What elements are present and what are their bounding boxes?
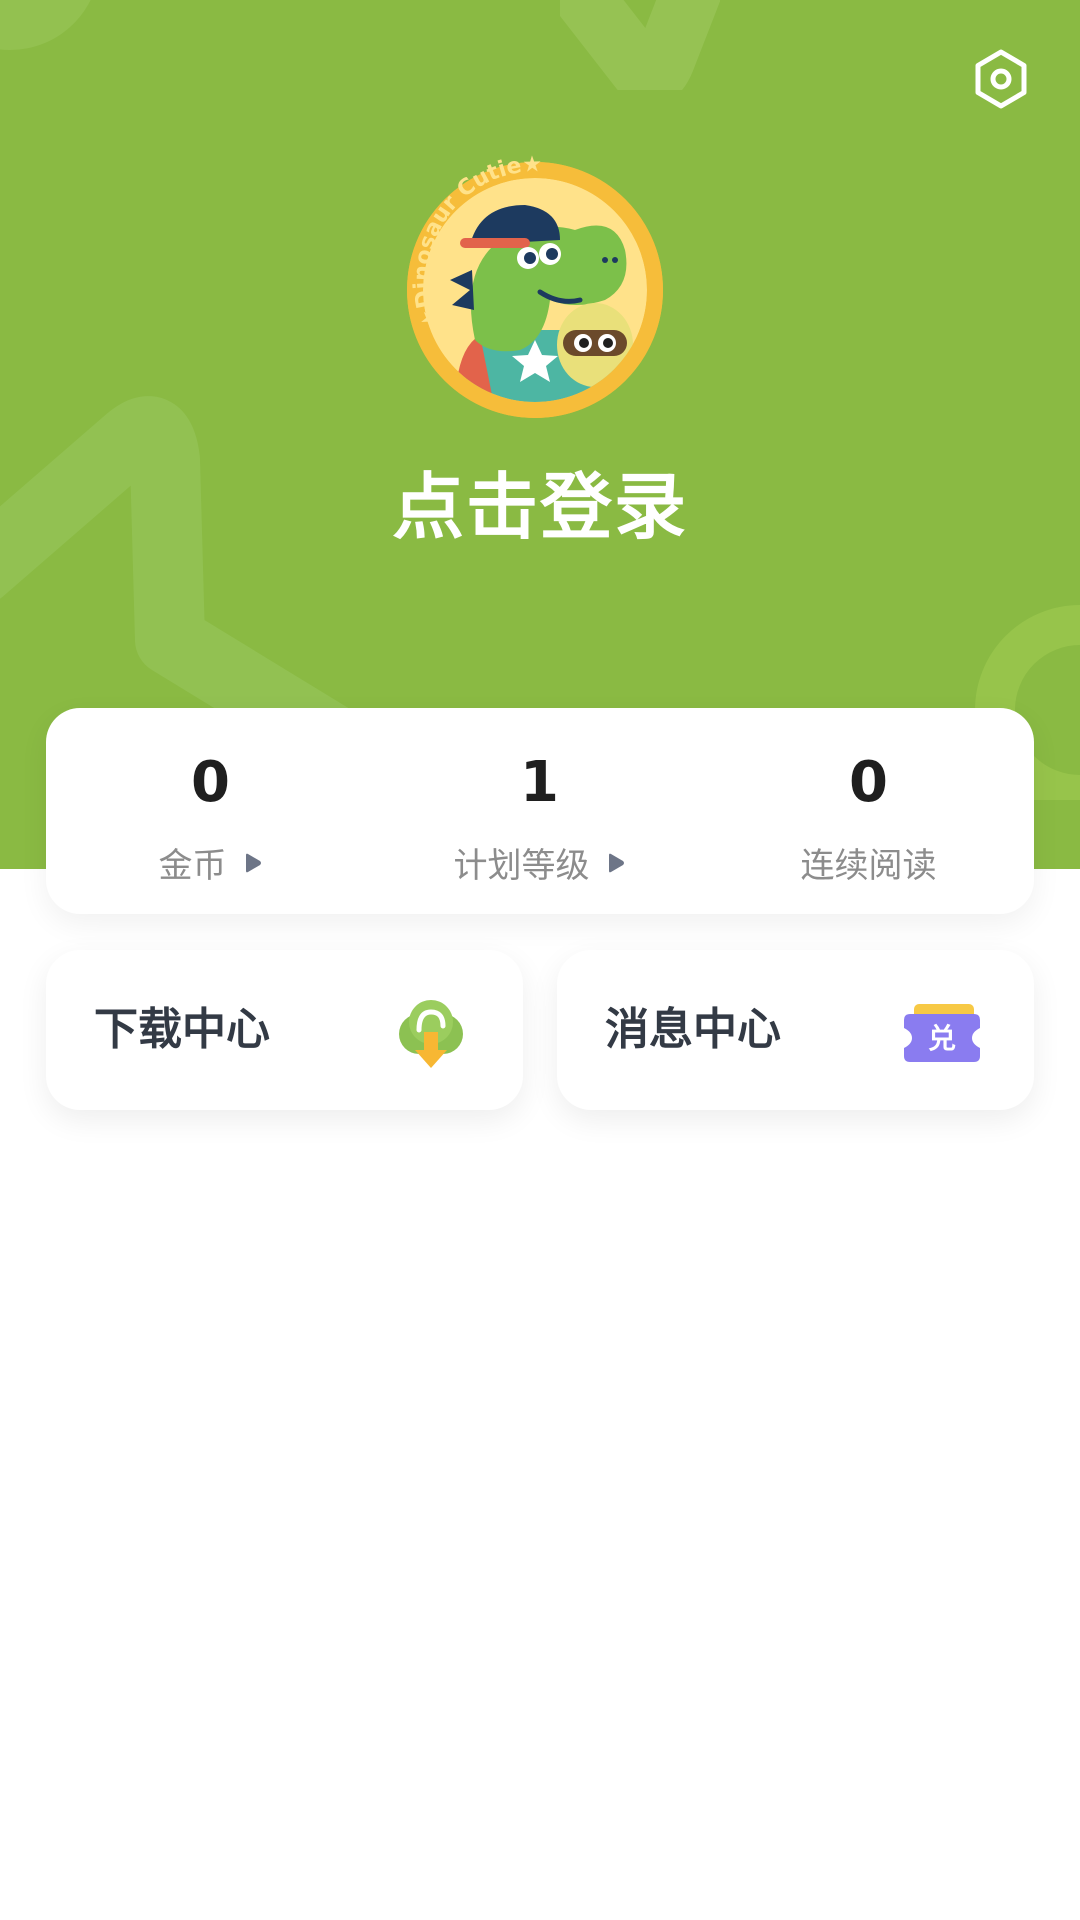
settings-button[interactable] [970, 48, 1032, 110]
gear-icon [975, 49, 1027, 109]
stat-reading-streak[interactable]: 0 连续阅读 [704, 708, 1033, 914]
tile-label: 下载中心 [94, 1004, 270, 1055]
stat-label-row: 金币 [46, 838, 375, 887]
decorative-shape-left-triangle [0, 370, 380, 750]
decorative-shape-topleft [0, 0, 140, 60]
tile-label: 消息中心 [605, 1004, 781, 1055]
play-arrow-icon [608, 853, 624, 872]
avatar[interactable]: ★Dinosaur Cutie★ [400, 150, 670, 420]
download-center-tile[interactable]: 下载中心 [46, 950, 523, 1110]
login-prompt[interactable]: 点击登录 [0, 448, 1080, 553]
dinosaur-avatar-icon: ★Dinosaur Cutie★ [407, 152, 663, 418]
stat-label: 计划等级 [453, 846, 590, 886]
stat-value: 0 [191, 750, 230, 815]
message-center-tile[interactable]: 消息中心 兑 [557, 950, 1034, 1110]
stat-plan-level[interactable]: 1 计划等级 [375, 708, 704, 914]
redeem-ticket-icon: 兑 [902, 992, 982, 1072]
stat-coins[interactable]: 0 金币 [46, 708, 375, 914]
ticket-char: 兑 [928, 1022, 956, 1055]
stat-value: 0 [849, 750, 888, 815]
stat-label-row: 计划等级 [375, 838, 704, 887]
cloud-download-icon [391, 992, 471, 1072]
stat-label-row: 连续阅读 [704, 838, 1033, 887]
play-arrow-icon [245, 853, 261, 872]
stat-label: 金币 [158, 846, 227, 886]
stat-value: 1 [520, 750, 559, 815]
stat-label: 连续阅读 [800, 846, 937, 886]
stats-card: 0 金币 1 计划等级 0 连续阅读 [46, 708, 1034, 914]
decorative-shape-top-triangle [560, 0, 720, 90]
profile-page: ★Dinosaur Cutie★ 点击登录 0 金币 1 计划等级 0 连续阅读… [0, 0, 1080, 1920]
